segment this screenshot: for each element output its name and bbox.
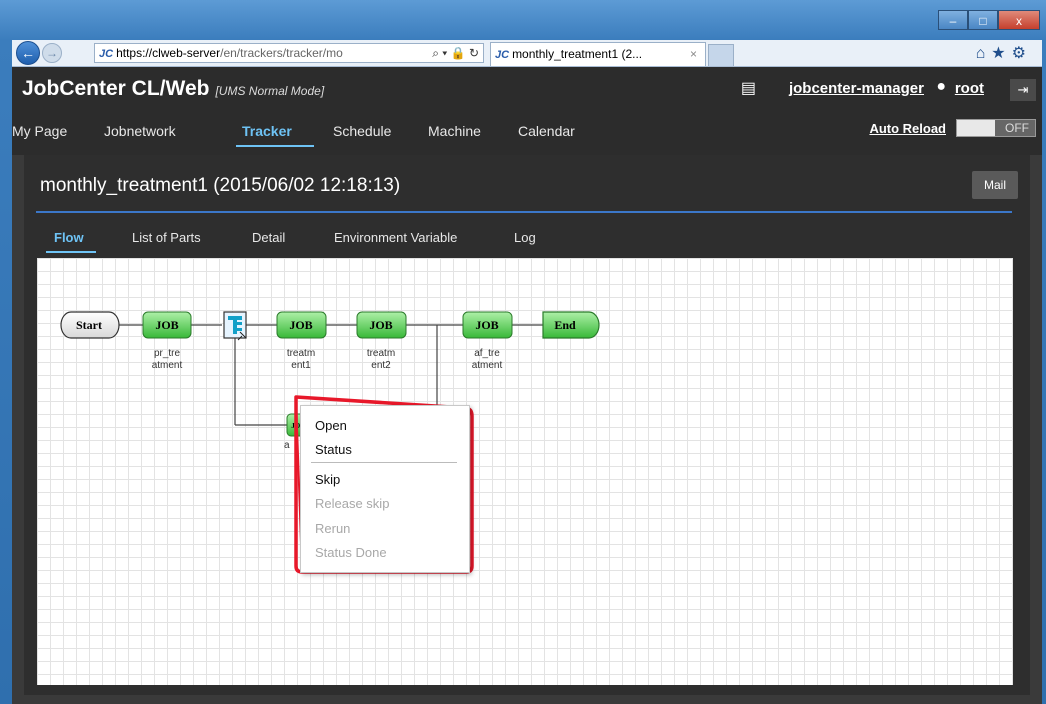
context-item-release-skip: Release skip [315,496,390,511]
browser-tab[interactable]: JC monthly_treatment1 (2... × [490,42,706,66]
app-container: JobCenter CL/Web [UMS Normal Mode] ▤ jobc… [12,67,1042,704]
job-label-line2: atment [152,360,183,371]
tab-flow[interactable]: Flow [54,230,84,245]
active-tab-indicator [46,251,96,253]
mode-label: [UMS Normal Mode] [215,84,325,98]
app-name: JobCenter CL/Web [22,77,210,100]
job-label-line2: atment [472,360,503,371]
url-host: https://clweb-server [116,46,221,60]
job-node-af-treatment[interactable]: JOB af_tre atment [462,311,513,371]
menu-item-machine[interactable]: Machine [428,123,481,139]
context-item-rerun: Rerun [315,521,351,536]
maximize-button[interactable]: □ [968,10,998,30]
tab-log[interactable]: Log [514,230,536,245]
new-tab-button[interactable] [708,44,734,66]
active-menu-indicator [236,145,314,147]
user-link[interactable]: root [955,80,984,97]
server-link[interactable]: jobcenter-manager [789,80,924,97]
server-icon: ▤ [740,80,756,97]
job-node-treatment1[interactable]: JOB treatm ent1 [276,311,327,371]
context-item-open[interactable]: Open [315,418,347,433]
context-item-status[interactable]: Status [315,442,352,457]
start-label: Start [76,318,102,332]
job-label-line1: treatm [287,348,315,359]
tab-list-of-parts[interactable]: List of Parts [132,230,201,245]
context-menu: Open Status Skip Release skip Rerun Stat… [300,405,470,573]
job-label-line1: treatm [367,348,395,359]
tab-environment-variable[interactable]: Environment Variable [334,230,457,245]
home-favorites-settings-icons[interactable]: ⌂★⚙ [976,43,1032,63]
forward-arrow-icon[interactable]: → [42,43,62,63]
tab-detail[interactable]: Detail [252,230,285,245]
toggle-knob [957,120,995,136]
context-item-skip[interactable]: Skip [315,472,340,487]
menu-item-my-page[interactable]: My Page [12,123,67,139]
back-arrow-icon[interactable]: ← [16,41,40,65]
favicon-icon: JC [99,48,114,60]
job-text: JOB [475,318,498,332]
end-node[interactable]: End [542,311,600,339]
context-menu-separator [311,462,457,463]
tracker-panel: monthly_treatment1 (2015/06/02 12:18:13)… [24,155,1030,695]
title-divider [36,211,1012,213]
job-label-line2: ent2 [371,360,391,371]
menu-item-calendar[interactable]: Calendar [518,123,575,139]
url-path: /en/trackers/tracker/mo [220,46,343,60]
logout-icon[interactable]: ⇥ [1010,79,1036,101]
job-text: JOB [369,318,392,332]
auto-reload-toggle[interactable]: OFF [956,119,1036,137]
app-header: JobCenter CL/Web [UMS Normal Mode] ▤ jobc… [12,67,1042,155]
job-text: JOB [155,318,178,332]
job-node-treatment2[interactable]: JOB treatm ent2 [356,311,407,371]
page-title: monthly_treatment1 (2015/06/02 12:18:13) [40,175,401,196]
close-window-button[interactable]: x [998,10,1040,30]
start-node[interactable]: Start [60,311,120,339]
address-bar-icons[interactable]: ⌕ ▾ 🔒 ↻ [429,44,479,62]
job-label-line1: pr_tre [154,348,181,359]
flow-diagram: Start JOB pr_tre atment JOB treatm ent1 … [60,311,600,451]
mail-button[interactable]: Mail [972,171,1018,199]
job-label-line2: ent1 [291,360,311,371]
address-bar[interactable]: JC https://clweb-server/en/trackers/track… [94,43,484,63]
context-item-status-done: Status Done [315,545,387,560]
flow-canvas[interactable]: Start JOB pr_tre atment JOB treatm ent1 … [37,258,1013,685]
title-bar: – □ x [0,0,1046,40]
job-label-line1: af_tre [474,348,500,359]
auto-reload-link[interactable]: Auto Reload [869,121,946,136]
job-node-pr-treatment[interactable]: JOB pr_tre atment [142,311,192,371]
menu-item-jobnetwork[interactable]: Jobnetwork [104,123,176,139]
parallel-branch-icon[interactable] [223,311,247,341]
tab-favicon-icon: JC [495,49,510,61]
minimize-button[interactable]: – [938,10,968,30]
browser-toolbar: ← → JC https://clweb-server/en/trackers/t… [12,40,1042,67]
user-icon: ● [936,78,946,95]
toggle-state: OFF [1005,121,1029,135]
menu-item-schedule[interactable]: Schedule [333,123,391,139]
job-label-line1: a [284,440,290,451]
end-label: End [554,318,576,332]
close-tab-icon[interactable]: × [690,43,697,65]
menu-item-tracker[interactable]: Tracker [242,123,292,139]
job-text: JOB [289,318,312,332]
app-logo: JobCenter CL/Web [UMS Normal Mode] [22,77,324,101]
tab-title: monthly_treatment1 (2... [512,47,643,61]
